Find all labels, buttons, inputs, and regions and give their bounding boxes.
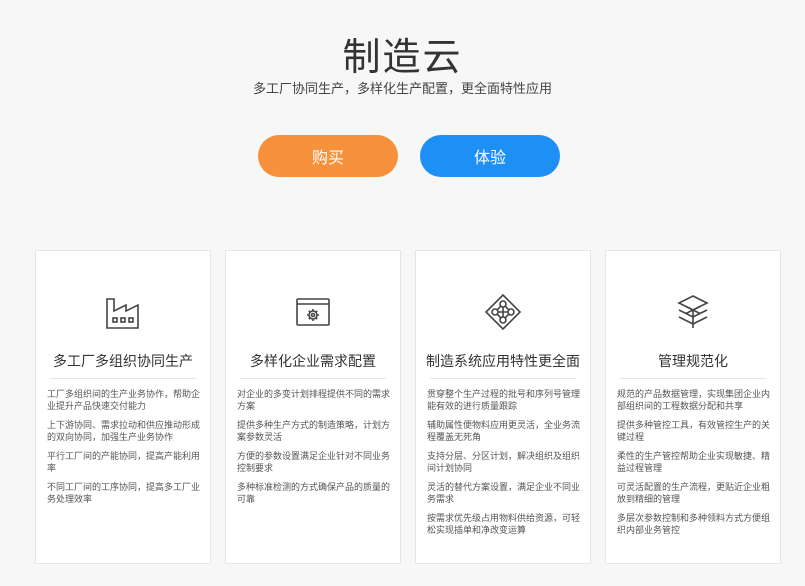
list-item: 辅助属性便物料应用更灵活，全业务流程覆盖无死角 bbox=[427, 421, 581, 443]
network-diamond-icon bbox=[416, 293, 590, 331]
list-item: 平行工厂间的产能协同，提高产能利用率 bbox=[47, 452, 201, 474]
list-item: 规范的产品数据管理，实现集团企业内部组织间的工程数据分配和共享 bbox=[617, 390, 771, 412]
card-title: 多工厂多组织协同生产 bbox=[53, 354, 193, 370]
list-item: 可灵活配置的生产流程，更贴近企业粗放到精细的管理 bbox=[617, 483, 771, 505]
divider bbox=[620, 378, 766, 379]
list-item: 工厂多组织间的生产业务协作，帮助企业提升产品快速交付能力 bbox=[47, 390, 201, 412]
list-item: 柔性的生产管控帮助企业实现敏捷、精益过程管理 bbox=[617, 452, 771, 474]
card-title: 多样化企业需求配置 bbox=[250, 354, 376, 370]
card-title: 管理规范化 bbox=[658, 354, 728, 370]
divider bbox=[430, 378, 576, 379]
feature-list: 贯穿整个生产过程的批号和序列号管理能有效的进行质量跟踪 辅助属性便物料应用更灵活… bbox=[427, 389, 580, 544]
divider bbox=[240, 378, 386, 379]
try-button[interactable]: 体验 bbox=[420, 135, 560, 177]
feature-card-config: 多样化企业需求配置 对企业的多变计划排程提供不同的需求方案 提供多种生产方式的制… bbox=[225, 250, 401, 564]
feature-list: 工厂多组织间的生产业务协作，帮助企业提升产品快速交付能力 上下游协同、需求拉动和… bbox=[47, 389, 200, 513]
list-item: 多层次参数控制和多种领料方式方便组织内部业务管控 bbox=[617, 514, 771, 536]
divider bbox=[50, 378, 196, 379]
feature-list: 对企业的多变计划排程提供不同的需求方案 提供多种生产方式的制造策略，计划方案参数… bbox=[237, 389, 390, 513]
list-item: 上下游协同、需求拉动和供应推动形成的双向协同，加强生产业务协作 bbox=[47, 421, 201, 443]
layers-icon bbox=[606, 293, 780, 331]
list-item: 提供多种生产方式的制造策略，计划方案参数灵活 bbox=[237, 421, 391, 443]
factory-icon bbox=[36, 293, 210, 331]
settings-window-icon bbox=[226, 293, 400, 331]
feature-card-management: 管理规范化 规范的产品数据管理，实现集团企业内部组织间的工程数据分配和共享 提供… bbox=[605, 250, 781, 564]
list-item: 方便的参数设置满足企业针对不同业务控制要求 bbox=[237, 452, 391, 474]
list-item: 多种标准检测的方式确保产品的质量的可靠 bbox=[237, 483, 391, 505]
list-item: 贯穿整个生产过程的批号和序列号管理能有效的进行质量跟踪 bbox=[427, 390, 581, 412]
list-item: 对企业的多变计划排程提供不同的需求方案 bbox=[237, 390, 391, 412]
list-item: 按需求优先级占用物料供给资源，可轻松实现插单和净改变运算 bbox=[427, 514, 581, 536]
buy-button[interactable]: 购买 bbox=[258, 135, 398, 177]
list-item: 灵活的替代方案设置，满足企业不同业务需求 bbox=[427, 483, 581, 505]
feature-card-features: 制造系统应用特性更全面 贯穿整个生产过程的批号和序列号管理能有效的进行质量跟踪 … bbox=[415, 250, 591, 564]
list-item: 支持分层、分区计划，解决组织及组织间计划协同 bbox=[427, 452, 581, 474]
feature-card-multi-factory: 多工厂多组织协同生产 工厂多组织间的生产业务协作，帮助企业提升产品快速交付能力 … bbox=[35, 250, 211, 564]
list-item: 不同工厂间的工序协同，提高多工厂业务处理效率 bbox=[47, 483, 201, 505]
list-item: 提供多种管控工具，有效管控生产的关键过程 bbox=[617, 421, 771, 443]
feature-list: 规范的产品数据管理，实现集团企业内部组织间的工程数据分配和共享 提供多种管控工具… bbox=[617, 389, 770, 544]
card-title: 制造系统应用特性更全面 bbox=[426, 354, 580, 370]
page-title: 制造云 bbox=[342, 35, 463, 79]
page-subtitle: 多工厂协同生产，多样化生产配置，更全面特性应用 bbox=[252, 82, 552, 97]
